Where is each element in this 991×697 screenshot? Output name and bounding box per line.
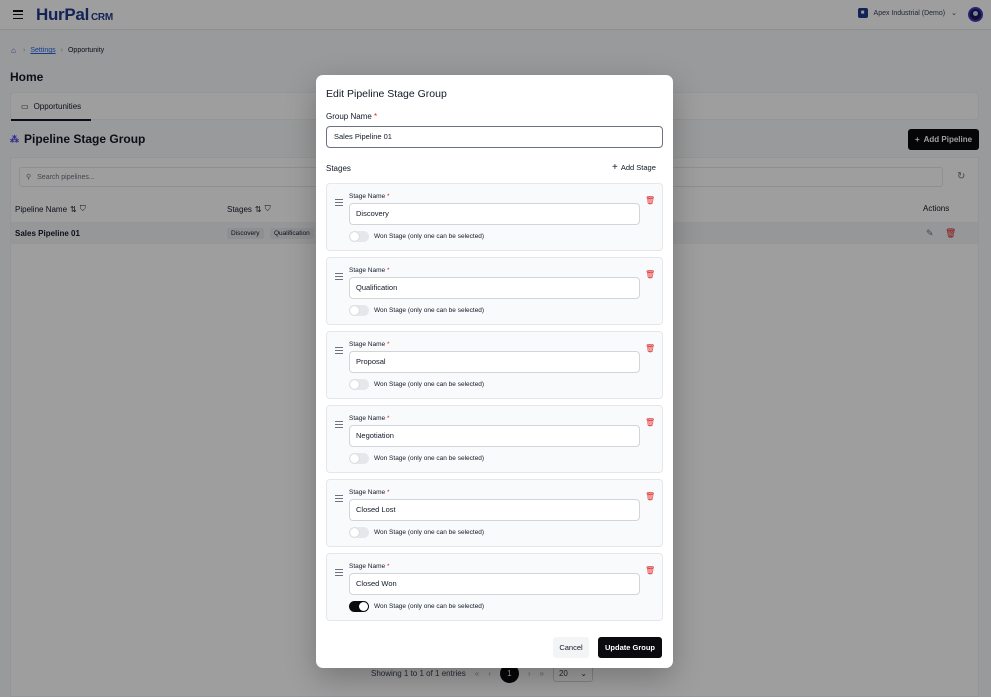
drag-handle-icon[interactable]: [335, 569, 343, 578]
stage-name-label: Stage Name *: [349, 563, 389, 570]
required-mark: *: [374, 112, 378, 121]
drag-handle-icon[interactable]: [335, 199, 343, 208]
add-stage-label: Add Stage: [620, 163, 656, 172]
won-stage-label: Won Stage (only one can be selected): [374, 603, 485, 610]
won-stage-toggle[interactable]: [349, 527, 369, 538]
cancel-button[interactable]: Cancel: [553, 637, 589, 658]
stage-name-label: Stage Name *: [349, 341, 389, 348]
won-stage-row: Won Stage (only one can be selected): [349, 601, 484, 612]
trash-icon[interactable]: 🗑: [645, 344, 655, 353]
won-stage-label: Won Stage (only one can be selected): [374, 529, 485, 536]
add-stage-button[interactable]: + Add Stage: [612, 161, 656, 173]
required-mark: *: [386, 193, 390, 200]
drag-handle-icon[interactable]: [335, 273, 343, 282]
trash-icon[interactable]: 🗑: [645, 566, 655, 575]
stage-name-input[interactable]: Closed Lost: [349, 499, 640, 521]
drag-handle-icon[interactable]: [335, 347, 343, 356]
drag-handle-icon[interactable]: [335, 421, 343, 430]
won-stage-row: Won Stage (only one can be selected): [349, 305, 484, 316]
stage-name-label-text: Stage Name: [349, 341, 386, 348]
won-stage-toggle[interactable]: [349, 453, 369, 464]
stage-name-label-text: Stage Name: [349, 563, 386, 570]
won-stage-toggle[interactable]: [349, 231, 369, 242]
stage-card: Stage Name * Discovery 🗑 Won Stage (only on…: [326, 183, 663, 251]
stage-name-input[interactable]: Closed Won: [349, 573, 640, 595]
won-stage-toggle[interactable]: [349, 601, 369, 612]
stage-name-label: Stage Name *: [349, 267, 389, 274]
required-mark: *: [386, 415, 390, 422]
stage-card: Stage Name * Closed Won 🗑 Won Stage (only o…: [326, 553, 663, 621]
stage-name-input[interactable]: Negotiation: [349, 425, 640, 447]
stage-card: Stage Name * Proposal 🗑 Won Stage (only one…: [326, 331, 663, 399]
won-stage-label: Won Stage (only one can be selected): [374, 307, 485, 314]
stages-label: Stages: [326, 164, 351, 173]
stage-card: Stage Name * Negotiation 🗑 Won Stage (only …: [326, 405, 663, 473]
drag-handle-icon[interactable]: [335, 495, 343, 504]
stage-name-label-text: Stage Name: [349, 489, 386, 496]
stage-name-input[interactable]: Discovery: [349, 203, 640, 225]
required-mark: *: [386, 563, 390, 570]
edit-pipeline-modal: Edit Pipeline Stage Group Group Name * S…: [316, 75, 673, 668]
required-mark: *: [386, 267, 390, 274]
won-stage-row: Won Stage (only one can be selected): [349, 231, 484, 242]
won-stage-label: Won Stage (only one can be selected): [374, 233, 485, 240]
plus-icon: +: [612, 161, 618, 173]
won-stage-label: Won Stage (only one can be selected): [374, 455, 485, 462]
stage-name-label-text: Stage Name: [349, 267, 386, 274]
group-name-label: Group Name *: [326, 112, 377, 121]
modal-title: Edit Pipeline Stage Group: [326, 88, 447, 100]
stage-name-input[interactable]: Proposal: [349, 351, 640, 373]
stage-name-label: Stage Name *: [349, 415, 389, 422]
group-name-label-text: Group Name: [326, 112, 372, 121]
trash-icon[interactable]: 🗑: [645, 492, 655, 501]
won-stage-row: Won Stage (only one can be selected): [349, 453, 484, 464]
won-stage-row: Won Stage (only one can be selected): [349, 379, 484, 390]
required-mark: *: [386, 489, 390, 496]
won-stage-row: Won Stage (only one can be selected): [349, 527, 484, 538]
trash-icon[interactable]: 🗑: [645, 270, 655, 279]
stage-card: Stage Name * Qualification 🗑 Won Stage (onl…: [326, 257, 663, 325]
stage-name-label-text: Stage Name: [349, 415, 386, 422]
won-stage-toggle[interactable]: [349, 379, 369, 390]
stage-card: Stage Name * Closed Lost 🗑 Won Stage (only …: [326, 479, 663, 547]
stage-name-label: Stage Name *: [349, 489, 389, 496]
required-mark: *: [386, 341, 390, 348]
trash-icon[interactable]: 🗑: [645, 196, 655, 205]
stage-name-label-text: Stage Name: [349, 193, 386, 200]
won-stage-toggle[interactable]: [349, 305, 369, 316]
update-group-button[interactable]: Update Group: [598, 637, 662, 658]
trash-icon[interactable]: 🗑: [645, 418, 655, 427]
group-name-input[interactable]: Sales Pipeline 01: [326, 126, 663, 148]
won-stage-label: Won Stage (only one can be selected): [374, 381, 485, 388]
stage-name-label: Stage Name *: [349, 193, 389, 200]
stage-name-input[interactable]: Qualification: [349, 277, 640, 299]
